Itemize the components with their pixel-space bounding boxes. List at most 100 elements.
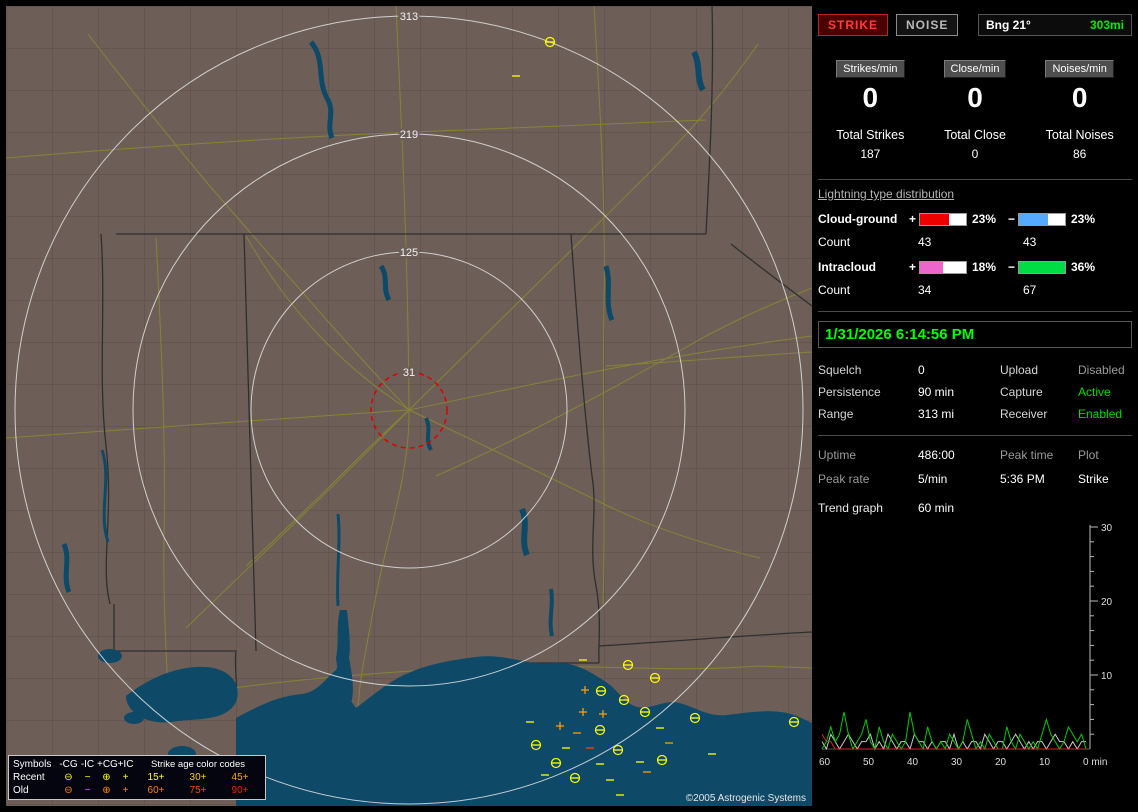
svg-text:50: 50 [863, 757, 875, 768]
receiver-label: Receiver [1000, 407, 1078, 421]
bearing-value: Bng 21° [986, 18, 1031, 32]
peak-time-value: 5:36 PM [1000, 472, 1078, 486]
svg-text:31: 31 [403, 367, 415, 379]
peak-rate-label: Peak rate [818, 472, 918, 486]
svg-text:20: 20 [1101, 597, 1113, 608]
close-per-min-button[interactable]: Close/min [944, 60, 1007, 78]
svg-text:10: 10 [1039, 757, 1051, 768]
svg-text:125: 125 [400, 247, 418, 259]
noise-indicator-button[interactable]: NOISE [896, 14, 958, 36]
status-grid: Uptime 486:00 Peak time Plot Peak rate 5… [818, 448, 1132, 486]
bearing-range-box: Bng 21° 303mi [978, 14, 1132, 36]
rate-counters: Strikes/min 0 Total Strikes 187 Close/mi… [818, 60, 1132, 161]
intracloud-row: Intracloud + 18% − 36% [818, 260, 1132, 274]
intracloud-label: Intracloud [818, 260, 906, 274]
legend-col-cg-neg: -CG [59, 758, 78, 771]
intracloud-count-row: Count 34 67 [818, 283, 1132, 297]
legend-recent-ages: 15+ 30+ 45+ [135, 771, 261, 784]
divider [818, 435, 1132, 436]
upload-status: Disabled [1078, 363, 1132, 377]
legend-col-ic-pos: +IC [116, 758, 135, 771]
svg-text:0 min: 0 min [1083, 757, 1107, 768]
total-strikes-value: 187 [818, 147, 923, 161]
noises-per-min-button[interactable]: Noises/min [1045, 60, 1113, 78]
circle-minus-icon: ⊖ [59, 784, 78, 797]
svg-text:313: 313 [400, 11, 418, 23]
radar-map-svg[interactable]: 31321912531 [6, 6, 812, 806]
age-code: 30+ [183, 771, 213, 784]
ic-positive-bar [919, 261, 967, 274]
lightning-map[interactable]: 31321912531 Symbols -CG -IC +CG +IC Stri… [6, 6, 812, 806]
circle-plus-icon: ⊕ [97, 771, 116, 784]
legend-old-row: Old ⊖ − ⊕ + 60+ 75+ 90+ [13, 784, 261, 797]
minus-icon: − [78, 784, 97, 797]
ic-negative-bar [1018, 261, 1066, 274]
peak-rate-value: 5/min [918, 472, 1000, 486]
svg-text:10: 10 [1101, 671, 1113, 682]
trend-graph-label: Trend graph [818, 501, 918, 515]
ic-negative-count: 67 [1023, 283, 1036, 297]
uptime-value: 486:00 [918, 448, 1000, 462]
strikes-per-min-value: 0 [818, 82, 923, 114]
age-code: 90+ [225, 784, 255, 797]
divider [818, 311, 1132, 312]
cg-positive-percent: 23% [972, 212, 1005, 226]
noises-per-min-counter: Noises/min 0 Total Noises 86 [1027, 60, 1132, 161]
positive-sign: + [906, 260, 919, 274]
circle-plus-icon: ⊕ [97, 784, 116, 797]
strikes-per-min-counter: Strikes/min 0 Total Strikes 187 [818, 60, 923, 161]
trend-graph: 1020306050403020100 min [818, 519, 1130, 777]
cg-positive-count: 43 [918, 235, 1023, 249]
plot-mode-value: Strike [1078, 472, 1132, 486]
total-noises-value: 86 [1027, 147, 1132, 161]
ic-negative-percent: 36% [1071, 260, 1104, 274]
nexstorm-app-window: 31321912531 Symbols -CG -IC +CG +IC Stri… [0, 0, 1138, 812]
ic-positive-percent: 18% [972, 260, 1005, 274]
plus-icon: + [116, 771, 135, 784]
total-noises-label: Total Noises [1027, 128, 1132, 142]
age-code: 60+ [141, 784, 171, 797]
capture-label: Capture [1000, 385, 1078, 399]
ic-positive-count: 34 [918, 283, 1023, 297]
legend-symbols-header: Symbols [13, 758, 59, 771]
plot-label: Plot [1078, 448, 1132, 462]
ic-negative-fill [1019, 262, 1065, 273]
cg-positive-bar [919, 213, 967, 226]
total-close-value: 0 [923, 147, 1028, 161]
count-label: Count [818, 283, 918, 297]
svg-text:30: 30 [951, 757, 963, 768]
range-label: Range [818, 407, 918, 421]
age-code: 75+ [183, 784, 213, 797]
cloud-ground-label: Cloud-ground [818, 212, 906, 226]
persistence-value: 90 min [918, 385, 1000, 399]
peak-time-label: Peak time [1000, 448, 1078, 462]
svg-text:60: 60 [819, 757, 831, 768]
persistence-label: Persistence [818, 385, 918, 399]
ic-positive-fill [920, 262, 943, 273]
strike-indicator-button[interactable]: STRIKE [818, 14, 888, 36]
squelch-label: Squelch [818, 363, 918, 377]
map-legend: Symbols -CG -IC +CG +IC Strike age color… [8, 755, 266, 800]
status-panel: STRIKE NOISE Bng 21° 303mi Strikes/min 0… [818, 6, 1132, 806]
total-close-label: Total Close [923, 128, 1028, 142]
strikes-per-min-button[interactable]: Strikes/min [836, 60, 904, 78]
cloud-ground-count-row: Count 43 43 [818, 235, 1132, 249]
cg-negative-count: 43 [1023, 235, 1036, 249]
svg-text:30: 30 [1101, 523, 1113, 534]
negative-sign: − [1005, 212, 1018, 226]
legend-recent-label: Recent [13, 771, 59, 784]
receiver-status: Enabled [1078, 407, 1132, 421]
noises-per-min-value: 0 [1027, 82, 1132, 114]
datetime-display: 1/31/2026 6:14:56 PM [818, 321, 1132, 348]
indicator-row: STRIKE NOISE Bng 21° 303mi [818, 14, 1132, 36]
negative-sign: − [1005, 260, 1018, 274]
age-code: 45+ [225, 771, 255, 784]
legend-old-label: Old [13, 784, 59, 797]
legend-old-ages: 60+ 75+ 90+ [135, 784, 261, 797]
squelch-value: 0 [918, 363, 1000, 377]
count-label: Count [818, 235, 918, 249]
range-setting-value: 313 mi [918, 407, 1000, 421]
plus-icon: + [116, 784, 135, 797]
close-per-min-counter: Close/min 0 Total Close 0 [923, 60, 1028, 161]
legend-col-ic-neg: -IC [78, 758, 97, 771]
